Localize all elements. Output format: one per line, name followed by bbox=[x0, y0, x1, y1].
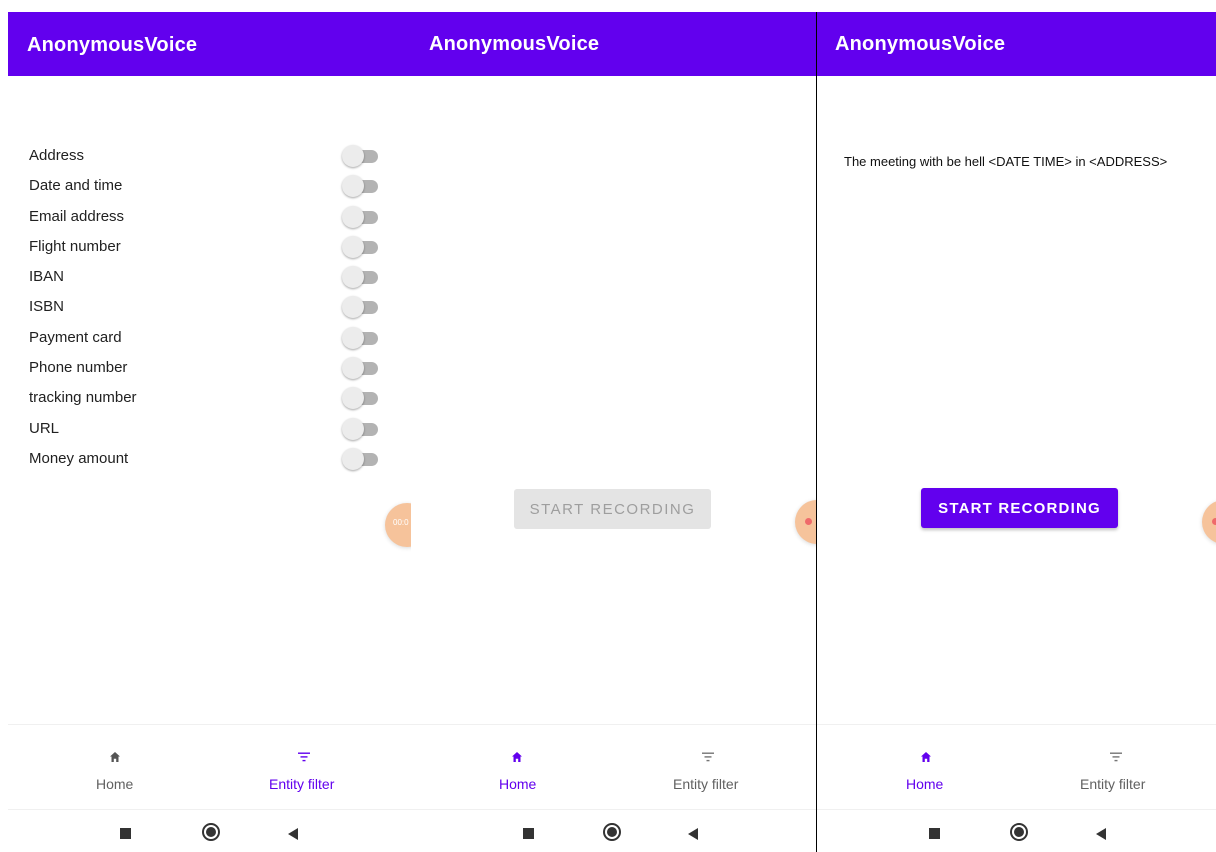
entity-filter-label: ISBN bbox=[29, 298, 65, 316]
back-icon[interactable] bbox=[688, 828, 698, 840]
toggle-thumb bbox=[342, 326, 364, 349]
app-bar: AnonymousVoice bbox=[8, 12, 411, 76]
filter-icon bbox=[1108, 749, 1124, 765]
home-circle-icon[interactable] bbox=[202, 823, 220, 841]
app-title: AnonymousVoice bbox=[27, 34, 198, 56]
entity-filter-toggle[interactable] bbox=[342, 145, 382, 167]
filter-icon bbox=[700, 749, 716, 765]
record-dot-icon bbox=[805, 518, 812, 525]
recording-fab[interactable] bbox=[1202, 500, 1216, 544]
entity-filter-toggle[interactable] bbox=[342, 175, 382, 198]
entity-filter-label: tracking number bbox=[29, 389, 137, 407]
nav-entity-filter[interactable]: Entity filter bbox=[625, 725, 816, 811]
toggle-thumb bbox=[342, 175, 364, 198]
entity-filter-toggle[interactable] bbox=[342, 235, 382, 258]
nav-entity-filter[interactable]: Entity filter bbox=[222, 725, 411, 811]
entity-filter-row: Payment card bbox=[8, 324, 411, 354]
toggle-thumb bbox=[342, 145, 364, 167]
entity-filter-row: Flight number bbox=[8, 233, 411, 263]
bottom-navigation: Home Entity filter bbox=[8, 724, 411, 810]
anonymized-transcript: The meeting with be hell <DATE TIME> in … bbox=[844, 154, 1168, 169]
recents-icon[interactable] bbox=[523, 828, 534, 839]
home-icon bbox=[509, 749, 525, 765]
entity-filter-label: Email address bbox=[29, 207, 125, 225]
entity-filter-toggle[interactable] bbox=[342, 326, 382, 349]
entity-filter-row: URL bbox=[8, 415, 411, 445]
recording-timer-fab[interactable]: 00:0 bbox=[385, 503, 411, 547]
app-title: AnonymousVoice bbox=[429, 33, 600, 55]
system-navigation-bar bbox=[8, 812, 411, 852]
home-idle-screen: AnonymousVoice START RECORDING Home Enti… bbox=[411, 12, 816, 852]
entity-filter-toggle[interactable] bbox=[342, 387, 382, 410]
start-recording-button[interactable]: START RECORDING bbox=[514, 489, 711, 529]
entity-filter-toggle[interactable] bbox=[342, 417, 382, 440]
entity-filter-label: IBAN bbox=[29, 268, 65, 286]
nav-home-label: Home bbox=[96, 776, 134, 792]
app-bar: AnonymousVoice bbox=[817, 12, 1216, 76]
back-icon[interactable] bbox=[1096, 828, 1106, 840]
entity-filter-label: Date and time bbox=[29, 177, 123, 195]
recents-icon[interactable] bbox=[120, 828, 131, 839]
nav-home[interactable]: Home bbox=[8, 725, 222, 811]
recents-icon[interactable] bbox=[929, 828, 940, 839]
home-circle-icon[interactable] bbox=[603, 823, 621, 841]
nav-entity-filter-label: Entity filter bbox=[673, 776, 739, 792]
nav-entity-filter-label: Entity filter bbox=[269, 776, 335, 792]
nav-home-label: Home bbox=[499, 776, 537, 792]
recording-fab[interactable] bbox=[795, 500, 816, 544]
record-dot-icon bbox=[1212, 518, 1216, 525]
nav-home[interactable]: Home bbox=[817, 725, 1029, 811]
entity-filter-toggle[interactable] bbox=[342, 296, 382, 319]
home-circle-icon[interactable] bbox=[1010, 823, 1028, 841]
toggle-thumb bbox=[342, 387, 364, 410]
nav-entity-filter[interactable]: Entity filter bbox=[1029, 725, 1216, 811]
entity-filter-row: Phone number bbox=[8, 354, 411, 384]
entity-list: Address Date and time Email address Flight … bbox=[8, 142, 411, 475]
home-icon bbox=[918, 749, 934, 765]
app-title: AnonymousVoice bbox=[835, 33, 1006, 55]
system-navigation-bar bbox=[817, 812, 1216, 852]
system-navigation-bar bbox=[411, 812, 816, 852]
entity-filter-label: Payment card bbox=[29, 328, 122, 346]
home-icon bbox=[107, 749, 123, 765]
entity-filter-toggle[interactable] bbox=[342, 205, 382, 228]
recording-timer-text: 00:0 bbox=[393, 518, 409, 527]
start-recording-button[interactable]: START RECORDING bbox=[921, 488, 1118, 528]
entity-filter-label: URL bbox=[29, 419, 60, 437]
toggle-thumb bbox=[342, 205, 364, 228]
nav-entity-filter-label: Entity filter bbox=[1080, 776, 1146, 792]
home-result-screen: AnonymousVoice The meeting with be hell … bbox=[817, 12, 1216, 852]
entity-filter-screen: AnonymousVoice Address Date and time Email… bbox=[8, 12, 411, 852]
filter-icon bbox=[296, 749, 312, 765]
entity-filter-row: Email address bbox=[8, 203, 411, 233]
toggle-thumb bbox=[342, 357, 364, 380]
nav-home-label: Home bbox=[906, 776, 944, 792]
nav-home[interactable]: Home bbox=[411, 725, 625, 811]
toggle-thumb bbox=[342, 417, 364, 440]
entity-filter-row: tracking number bbox=[8, 384, 411, 414]
entity-filter-row: Address bbox=[8, 142, 411, 172]
entity-filter-row: Money amount bbox=[8, 445, 411, 475]
bottom-navigation: Home Entity filter bbox=[411, 724, 816, 810]
bottom-navigation: Home Entity filter bbox=[817, 724, 1216, 810]
toggle-thumb bbox=[342, 296, 364, 319]
entity-filter-label: Address bbox=[29, 147, 85, 164]
entity-filter-toggle[interactable] bbox=[342, 266, 382, 289]
entity-filter-label: Flight number bbox=[29, 237, 121, 255]
entity-filter-row: IBAN bbox=[8, 263, 411, 293]
toggle-thumb bbox=[342, 447, 364, 470]
entity-filter-row: ISBN bbox=[8, 293, 411, 323]
entity-filter-toggle[interactable] bbox=[342, 357, 382, 380]
entity-filter-row: Date and time bbox=[8, 172, 411, 202]
app-bar: AnonymousVoice bbox=[411, 12, 816, 76]
toggle-thumb bbox=[342, 235, 364, 258]
entity-filter-label: Phone number bbox=[29, 359, 128, 377]
back-icon[interactable] bbox=[288, 828, 298, 840]
toggle-thumb bbox=[342, 266, 364, 289]
entity-filter-label: Money amount bbox=[29, 449, 129, 467]
entity-filter-toggle[interactable] bbox=[342, 447, 382, 470]
